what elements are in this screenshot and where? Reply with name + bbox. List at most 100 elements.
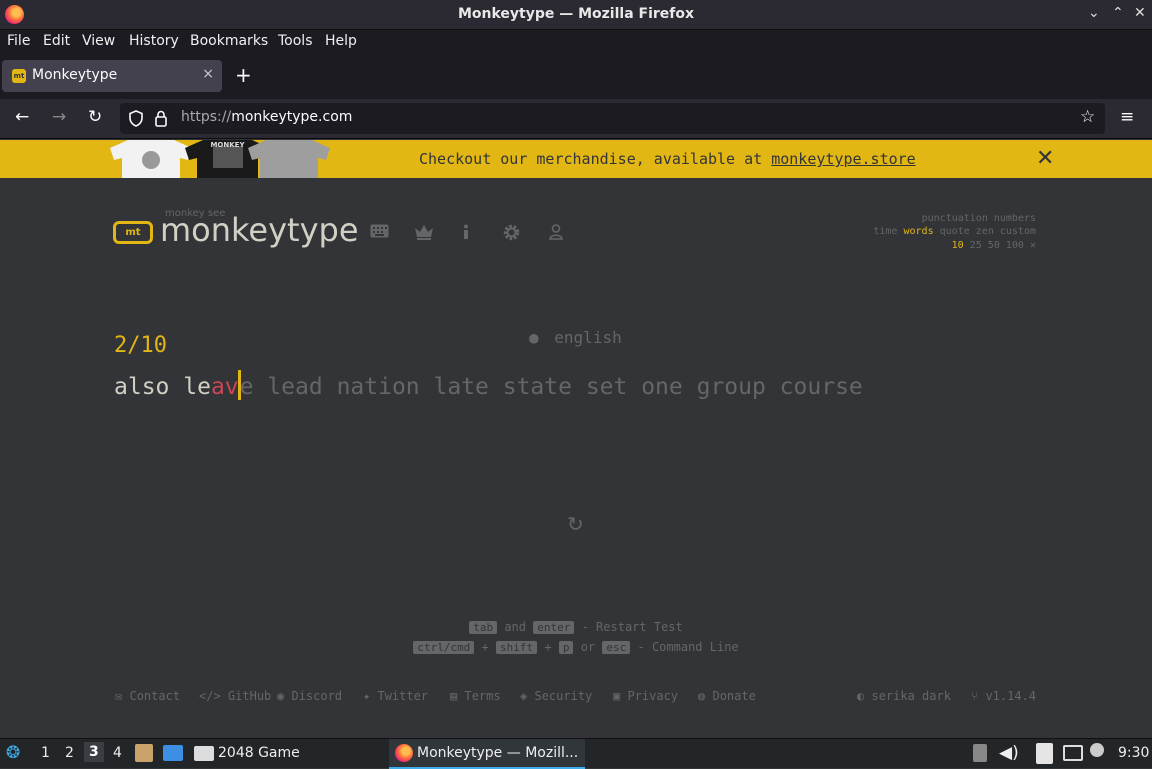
key-esc: esc xyxy=(602,641,631,654)
user-icon[interactable] xyxy=(549,224,563,240)
file-manager-icon[interactable] xyxy=(135,744,153,762)
typed-correct-text: also le xyxy=(114,374,211,400)
keyboard-icon[interactable] xyxy=(370,224,389,238)
footer-donate[interactable]: ◍ Donate xyxy=(698,689,756,703)
workspace-2[interactable]: 2 xyxy=(65,745,74,761)
task-monkeytype-firefox[interactable]: Monkeytype — Mozill... xyxy=(389,739,585,769)
workspace-3[interactable]: 3 xyxy=(84,742,104,762)
hint-restart-test: - Restart Test xyxy=(581,620,683,634)
grey-shirt-image xyxy=(248,140,330,178)
command-line-hint: ctrl/cmd + shift + p or esc - Command Li… xyxy=(0,640,1152,654)
shield-icon[interactable] xyxy=(128,110,144,127)
clipboard-icon[interactable] xyxy=(1036,743,1053,764)
back-button[interactable]: ← xyxy=(15,107,29,127)
typed-error-text: av xyxy=(210,374,239,400)
reload-button[interactable]: ↻ xyxy=(88,107,102,127)
config-modes: time words quote zen custom xyxy=(873,226,1036,237)
volume-icon[interactable]: ◀) xyxy=(999,743,1019,763)
menu-bookmarks[interactable]: Bookmarks xyxy=(190,33,268,49)
code-icon: </> xyxy=(199,689,221,703)
menu-view[interactable]: View xyxy=(82,33,115,49)
count-100[interactable]: 100 xyxy=(1006,240,1024,251)
new-tab-button[interactable]: + xyxy=(235,63,252,87)
footer-github[interactable]: </> GitHub xyxy=(199,689,271,703)
footer-discord[interactable]: ◉ Discord xyxy=(277,689,342,703)
config-punctuation-numbers[interactable]: punctuation numbers xyxy=(922,213,1036,224)
hint-plus: + xyxy=(544,640,552,654)
monkeytype-logo-icon[interactable]: mt xyxy=(113,221,153,244)
logo-text[interactable]: monkeytype xyxy=(160,211,359,249)
custom-count-tool-icon[interactable]: ✕ xyxy=(1030,240,1036,251)
donate-icon: ◍ xyxy=(698,689,706,703)
minimize-button[interactable]: ⌄ xyxy=(1088,5,1100,21)
document-icon: ▤ xyxy=(450,689,458,703)
window-title: Monkeytype — Mozilla Firefox xyxy=(457,6,695,22)
notification-icon[interactable] xyxy=(1090,743,1104,757)
count-25[interactable]: 25 xyxy=(970,240,982,251)
language-selector[interactable]: ● english xyxy=(529,328,622,347)
footer-privacy[interactable]: ▣ Privacy xyxy=(613,689,678,703)
restart-hint: tab and enter - Restart Test xyxy=(0,620,1152,634)
menu-bar: File Edit View History Bookmarks Tools H… xyxy=(0,30,1152,54)
tab-close-icon[interactable]: × xyxy=(202,66,214,82)
app-launcher-icon[interactable]: ❂ xyxy=(6,743,20,763)
menu-file[interactable]: File xyxy=(7,33,30,49)
workspace-1[interactable]: 1 xyxy=(41,745,50,761)
words-display[interactable]: also leave lead nation late state set on… xyxy=(114,370,863,400)
workspace-4[interactable]: 4 xyxy=(113,745,122,761)
key-shift: shift xyxy=(496,641,538,654)
task-2048-game[interactable]: 2048 Game xyxy=(194,739,384,769)
footer-security[interactable]: ◈ Security xyxy=(520,689,592,703)
close-window-button[interactable]: ✕ xyxy=(1134,5,1146,21)
footer-version[interactable]: ⑂ v1.14.4 xyxy=(971,689,1036,703)
system-taskbar: ❂ 1 2 3 4 2048 Game Monkeytype — Mozill.… xyxy=(0,738,1152,769)
mode-zen[interactable]: zen xyxy=(976,226,994,237)
url-bar[interactable]: https://monkeytype.com xyxy=(120,103,1105,134)
tray-upload-icon[interactable] xyxy=(973,744,987,762)
merch-store-link[interactable]: monkeytype.store xyxy=(771,150,916,168)
banner-close-button[interactable]: ✕ xyxy=(1036,146,1054,171)
menu-help[interactable]: Help xyxy=(325,33,357,49)
menu-history[interactable]: History xyxy=(129,33,179,49)
tab-monkeytype[interactable]: mt Monkeytype × xyxy=(2,60,222,92)
key-ctrl-cmd: ctrl/cmd xyxy=(413,641,475,654)
window-icon xyxy=(194,746,214,761)
key-enter: enter xyxy=(533,621,575,634)
config-word-counts: 10 25 50 100 ✕ xyxy=(952,240,1036,251)
window-titlebar: Monkeytype — Mozilla Firefox ⌄ ⌃ ✕ xyxy=(0,0,1152,30)
menu-tools[interactable]: Tools xyxy=(278,33,313,49)
maximize-button[interactable]: ⌃ xyxy=(1112,5,1124,21)
hint-or: or xyxy=(580,640,596,654)
lock-icon[interactable] xyxy=(154,110,168,127)
footer-twitter[interactable]: ✦ Twitter xyxy=(363,689,428,703)
count-50[interactable]: 50 xyxy=(988,240,1000,251)
key-p: p xyxy=(558,641,574,654)
menu-edit[interactable]: Edit xyxy=(43,33,70,49)
mode-time[interactable]: time xyxy=(873,226,897,237)
lock-icon: ▣ xyxy=(613,689,621,703)
clock[interactable]: 9:30 xyxy=(1118,745,1149,761)
footer-terms[interactable]: ▤ Terms xyxy=(450,689,501,703)
app-menu-button[interactable]: ≡ xyxy=(1120,107,1134,127)
url-text[interactable]: https://monkeytype.com xyxy=(181,109,352,125)
monkeytype-favicon: mt xyxy=(12,69,26,83)
restart-test-icon[interactable]: ↻ xyxy=(567,512,584,536)
mode-words[interactable]: words xyxy=(904,226,934,237)
desktop-icon[interactable] xyxy=(163,745,183,761)
firefox-icon xyxy=(395,744,413,762)
info-icon[interactable] xyxy=(462,224,470,240)
hint-plus: + xyxy=(481,640,489,654)
gear-icon[interactable] xyxy=(503,224,520,241)
white-shirt-image xyxy=(110,140,192,178)
mode-custom[interactable]: custom xyxy=(1000,226,1036,237)
forward-button[interactable]: → xyxy=(52,107,66,127)
mode-quote[interactable]: quote xyxy=(940,226,970,237)
shield-icon: ◈ xyxy=(520,689,528,703)
footer-contact[interactable]: ✉ Contact xyxy=(115,689,180,703)
crown-icon[interactable] xyxy=(414,224,434,240)
bookmark-star-icon[interactable]: ☆ xyxy=(1080,107,1095,127)
network-icon[interactable] xyxy=(1063,745,1083,761)
count-10[interactable]: 10 xyxy=(952,240,964,251)
footer-theme[interactable]: ◐ serika dark xyxy=(857,689,951,703)
untyped-text: e lead nation late state set one group c… xyxy=(239,374,863,400)
